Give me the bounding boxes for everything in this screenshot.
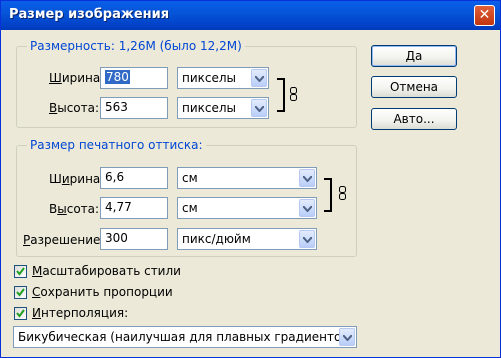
constrain-bracket [324,178,332,212]
doc-height-label: Высота: [49,202,100,216]
constrain-bracket [277,78,285,112]
chevron-down-icon[interactable] [299,230,315,248]
resample-method-select[interactable]: Бикубическая (наилучшая для плавных град… [13,326,357,348]
constrain-proportions-option[interactable]: Сохранить пропорции [14,285,214,301]
chevron-down-icon[interactable] [299,199,315,217]
scale-styles-checkbox[interactable] [14,265,27,278]
ok-button[interactable]: Да [371,45,457,67]
pixel-width-input[interactable]: 780 [100,67,168,89]
auto-button[interactable]: Авто... [371,108,457,130]
chevron-down-icon[interactable] [299,169,315,187]
doc-width-input[interactable]: 6,6 [100,167,168,189]
doc-width-unit-select[interactable]: см [177,167,317,189]
resample-label: Интерполяция: [32,306,129,320]
title-bar[interactable]: Размер изображения ✕ [1,1,500,30]
cancel-button[interactable]: Отмена [371,76,457,98]
chevron-down-icon[interactable] [251,99,267,117]
close-button[interactable]: ✕ [474,5,495,26]
resolution-unit-select[interactable]: пикс/дюйм [177,228,317,250]
doc-height-input[interactable]: 4,77 [100,197,168,219]
chain-link-icon [290,87,297,101]
chevron-down-icon[interactable] [339,328,355,346]
resample-option[interactable]: Интерполяция: [14,306,214,322]
scale-styles-option[interactable]: Масштабировать стили [14,264,214,280]
pixel-height-unit-select[interactable]: пикселы [177,97,269,119]
pixel-width-unit-select[interactable]: пикселы [177,67,269,89]
pixel-height-label: Высота: [49,101,100,115]
resample-checkbox[interactable] [14,307,27,320]
chevron-down-icon[interactable] [251,69,267,87]
resolution-label: Разрешение: [23,233,105,247]
chain-link-icon [339,186,346,200]
constrain-proportions-checkbox[interactable] [14,286,27,299]
document-size-legend: Размер печатного оттиска: [27,138,206,152]
doc-width-label: Ширина: [49,172,105,186]
window-title: Размер изображения [9,7,170,22]
pixel-dimensions-legend: Размерность: 1,26M (было 12,2M) [27,39,245,53]
constrain-proportions-label: Сохранить пропорции [32,285,173,299]
pixel-height-input[interactable]: 563 [100,97,168,119]
doc-height-unit-select[interactable]: см [177,197,317,219]
pixel-width-label: Ширина: [49,71,105,85]
resolution-input[interactable]: 300 [100,228,168,250]
image-size-dialog: Размер изображения ✕ Размерность: 1,26M … [0,0,501,358]
scale-styles-label: Масштабировать стили [32,264,181,278]
